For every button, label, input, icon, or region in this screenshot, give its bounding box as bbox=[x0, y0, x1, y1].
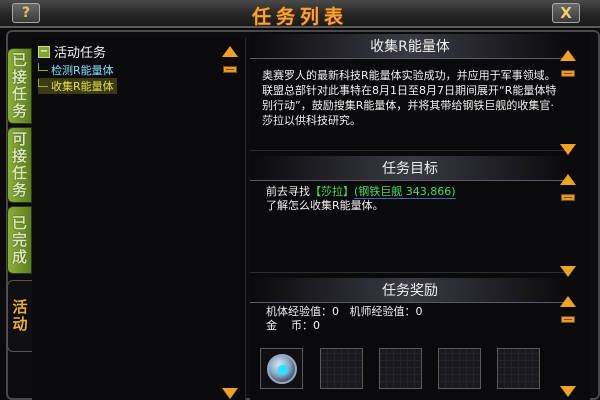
task-item-label: 检测R能量体 bbox=[51, 64, 114, 77]
title-bar: ? 任务列表 X bbox=[0, 0, 600, 28]
tab-accepted-tasks[interactable]: 已接任务 bbox=[7, 48, 32, 124]
reward-scroll-thumb[interactable] bbox=[561, 316, 575, 323]
tree-branch-icon bbox=[38, 79, 48, 87]
task-title: 收集R能量体 bbox=[250, 34, 570, 59]
reward-slot-1[interactable] bbox=[260, 348, 303, 389]
task-rewards: 机体经验值：0 机师经验值：0 金 币：0 bbox=[266, 305, 423, 333]
reward-experience: 机体经验值：0 机师经验值：0 bbox=[266, 305, 423, 318]
section-divider bbox=[250, 272, 570, 273]
reward-slot-5[interactable] bbox=[497, 348, 540, 389]
reward-slot-2[interactable] bbox=[320, 348, 363, 389]
task-target: 前去寻找【莎拉】(钢铁巨舰 343,866) 了解怎么收集R能量体。 bbox=[266, 185, 456, 213]
reward-scroll-up-icon[interactable] bbox=[560, 296, 576, 307]
desc-scroll-up-icon[interactable] bbox=[560, 50, 576, 61]
task-list-panel: − 活动任务 检测R能量体 收集R能量体 bbox=[32, 38, 246, 400]
desc-scroll-thumb[interactable] bbox=[561, 70, 575, 77]
close-button[interactable]: X bbox=[552, 3, 580, 23]
tree-branch-icon bbox=[38, 63, 48, 71]
reward-gold: 金 币：0 bbox=[266, 319, 320, 332]
collapse-icon[interactable]: − bbox=[38, 45, 50, 58]
target-location-link[interactable]: (钢铁巨舰 343,866) bbox=[354, 185, 456, 199]
task-item-label: 收集R能量体 bbox=[51, 80, 114, 93]
tab-completed[interactable]: 已完成 bbox=[7, 206, 32, 274]
tab-available-tasks[interactable]: 可接任务 bbox=[7, 127, 32, 203]
target-prefix: 前去寻找 bbox=[266, 185, 310, 198]
target-npc-link[interactable]: 【莎拉】 bbox=[310, 185, 354, 198]
target-scroll-thumb[interactable] bbox=[561, 194, 575, 201]
task-target-header: 任务目标 bbox=[250, 156, 570, 181]
section-divider bbox=[250, 150, 570, 151]
list-scroll-thumb[interactable] bbox=[223, 66, 237, 73]
target-instruction: 了解怎么收集R能量体。 bbox=[266, 199, 384, 212]
target-scroll-down-icon[interactable] bbox=[560, 266, 576, 277]
reward-slot-3[interactable] bbox=[379, 348, 422, 389]
reward-slot-4[interactable] bbox=[438, 348, 481, 389]
target-scroll-up-icon[interactable] bbox=[560, 174, 576, 185]
reward-scroll-down-icon[interactable] bbox=[560, 386, 576, 397]
task-detail-panel: 收集R能量体 奥赛罗人的最新科技R能量体实验成功，并应用于军事领域。联盟总部针对… bbox=[250, 32, 590, 400]
task-item-detect-r-energy[interactable]: 检测R能量体 bbox=[38, 62, 114, 78]
list-scroll-down-icon[interactable] bbox=[222, 388, 238, 399]
task-reward-header: 任务奖励 bbox=[250, 278, 570, 303]
desc-scroll-down-icon[interactable] bbox=[560, 144, 576, 155]
tab-events[interactable]: 活动 bbox=[7, 280, 32, 352]
window-title: 任务列表 bbox=[251, 6, 348, 28]
task-description: 奥赛罗人的最新科技R能量体实验成功，并应用于军事领域。联盟总部针对此事特在8月1… bbox=[262, 69, 557, 127]
tree-root-event-tasks[interactable]: − 活动任务 bbox=[38, 42, 106, 61]
satellite-orb-icon bbox=[267, 354, 297, 384]
list-scroll-up-icon[interactable] bbox=[222, 46, 238, 57]
task-item-collect-r-energy[interactable]: 收集R能量体 bbox=[38, 78, 117, 94]
tree-root-label: 活动任务 bbox=[54, 46, 107, 61]
